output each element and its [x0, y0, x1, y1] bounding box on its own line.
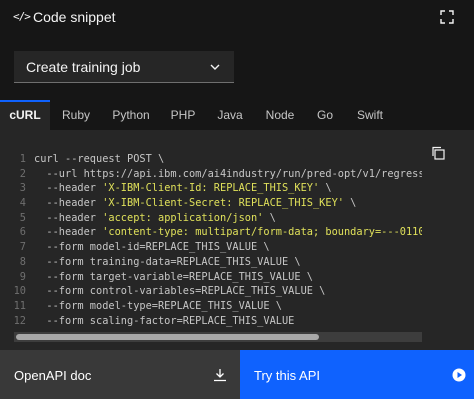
panel-title: Code snippet	[33, 9, 116, 25]
openapi-doc-button[interactable]: OpenAPI doc	[0, 350, 240, 399]
openapi-doc-label: OpenAPI doc	[14, 368, 92, 383]
code-text: \	[319, 182, 332, 195]
language-tabs: cURL Ruby Python PHP Java Node Go Swift	[0, 100, 474, 130]
code-string: 'X-IBM-Client-Id: REPLACE_THIS_KEY'	[102, 182, 320, 195]
code-line: 5 --header 'accept: application/json' \	[0, 211, 422, 226]
code-text: --header	[34, 197, 103, 210]
operation-dropdown[interactable]: Create training job	[14, 51, 234, 83]
line-number: 2	[19, 167, 26, 180]
code-text: curl --request POST \	[34, 153, 165, 165]
download-icon	[214, 369, 226, 382]
line-number: 12	[13, 314, 26, 327]
tab-swift[interactable]: Swift	[346, 100, 394, 130]
code-string: 'X-IBM-Client-Secret: REPLACE_THIS_KEY'	[102, 197, 344, 210]
tab-curl[interactable]: cURL	[0, 100, 50, 130]
code-text: --form target-variable=REPLACE_THIS_VALU…	[34, 270, 313, 283]
tab-python[interactable]: Python	[106, 100, 156, 130]
code-text: --header	[34, 226, 103, 239]
tab-php[interactable]: PHP	[164, 100, 202, 130]
line-number: 7	[19, 241, 26, 254]
code-line: 1 curl --request POST \	[0, 152, 422, 167]
code-line: 7 --form model-id=REPLACE_THIS_VALUE \	[0, 240, 422, 255]
code-string: 'content-type: multipart/form-data; boun…	[102, 226, 422, 239]
maximize-icon[interactable]	[440, 10, 454, 24]
tab-go[interactable]: Go	[310, 100, 340, 130]
tab-ruby[interactable]: Ruby	[54, 100, 98, 130]
panel-header: </> Code snippet	[0, 0, 474, 36]
code-line: 6 --header 'content-type: multipart/form…	[0, 225, 422, 240]
line-number: 3	[19, 182, 26, 195]
code-text: --form model-id=REPLACE_THIS_VALUE \	[34, 241, 270, 254]
line-number: 10	[13, 285, 26, 298]
copy-icon[interactable]	[431, 146, 445, 160]
code-text: \	[263, 211, 276, 224]
code-line: 10 --form control-variables=REPLACE_THIS…	[0, 284, 422, 299]
code-line: 12 --form scaling-factor=REPLACE_THIS_VA…	[0, 314, 422, 329]
tab-java[interactable]: Java	[210, 100, 250, 130]
code-line: 4 --header 'X-IBM-Client-Secret: REPLACE…	[0, 196, 422, 211]
code-line: 3 --header 'X-IBM-Client-Id: REPLACE_THI…	[0, 181, 422, 196]
code-text: --form scaling-factor=REPLACE_THIS_VALUE	[34, 314, 295, 327]
tab-node[interactable]: Node	[258, 100, 302, 130]
code-text: --header	[34, 211, 103, 224]
try-this-api-button[interactable]: Try this API	[240, 350, 474, 399]
play-icon	[452, 368, 466, 382]
code-line: 8 --form training-data=REPLACE_THIS_VALU…	[0, 255, 422, 270]
chevron-down-icon	[210, 64, 220, 70]
line-number: 8	[19, 255, 26, 268]
code-text: --form training-data=REPLACE_THIS_VALUE …	[34, 255, 301, 268]
code-snippet-panel: 1 curl --request POST \ 2 --url https://ap…	[0, 130, 474, 350]
code-text: --form model-type=REPLACE_THIS_VALUE \	[34, 299, 282, 312]
code-line: 11 --form model-type=REPLACE_THIS_VALUE …	[0, 299, 422, 314]
code-line: 9 --form target-variable=REPLACE_THIS_VA…	[0, 270, 422, 285]
scrollbar-thumb[interactable]	[16, 334, 319, 340]
line-number: 4	[19, 197, 26, 210]
try-this-api-label: Try this API	[254, 368, 320, 383]
horizontal-scrollbar[interactable]	[14, 332, 422, 342]
line-number: 1	[19, 153, 26, 165]
code-block: 1 curl --request POST \ 2 --url https://ap…	[0, 152, 422, 332]
code-string: 'accept: application/json'	[102, 211, 264, 224]
code-icon: </>	[13, 10, 31, 23]
line-number: 5	[19, 211, 26, 224]
code-text: \	[343, 197, 357, 210]
line-number: 11	[13, 299, 26, 312]
line-number: 9	[19, 270, 26, 283]
dropdown-selected-value: Create training job	[26, 59, 141, 75]
code-text: --header	[34, 182, 103, 195]
code-text: --form control-variables=REPLACE_THIS_VA…	[34, 285, 326, 298]
code-text: --url https://api.ibm.com/ai4industry/ru…	[34, 167, 422, 180]
line-number: 6	[19, 226, 26, 239]
code-line: 2 --url https://api.ibm.com/ai4industry/…	[0, 167, 422, 182]
